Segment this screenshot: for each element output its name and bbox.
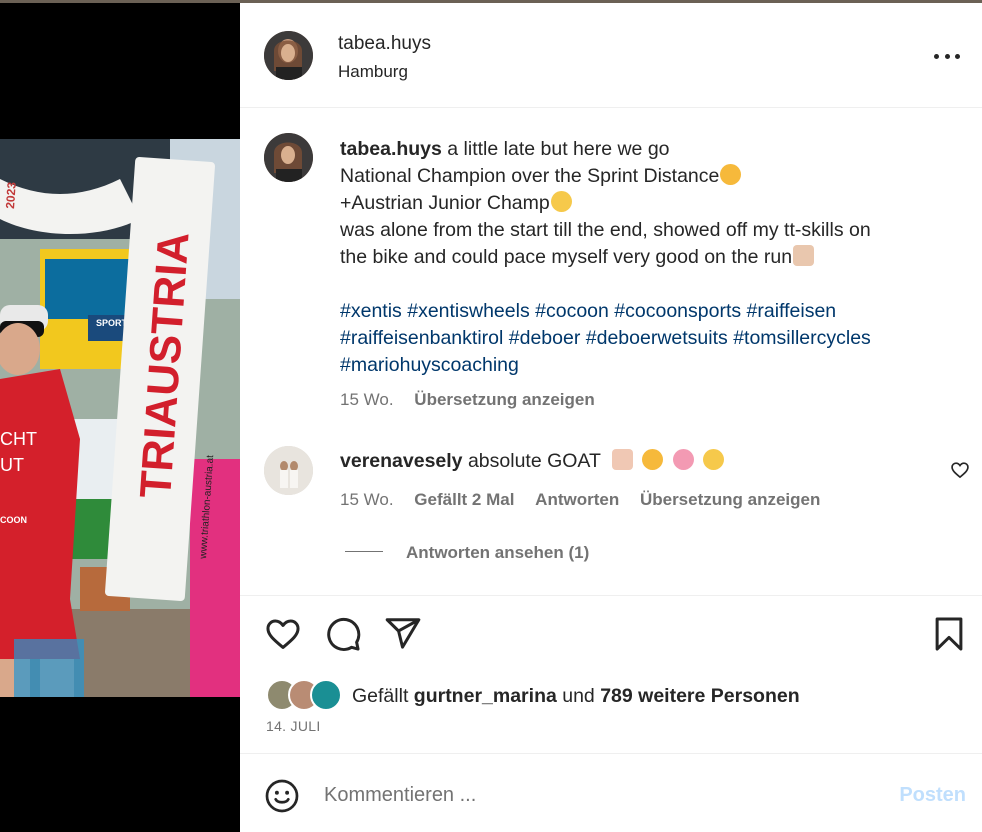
likes-summary: Gefällt gurtner_marina und 789 weitere P… bbox=[352, 685, 800, 708]
comment-translate-button[interactable]: Übersetzung anzeigen bbox=[640, 490, 820, 509]
caption-text-1: a little late but here we go bbox=[441, 138, 670, 160]
dot bbox=[944, 53, 950, 59]
relieved-face-emoji-icon bbox=[550, 191, 572, 212]
suit-text-3: COON bbox=[0, 515, 27, 525]
liker-avatar bbox=[310, 679, 342, 711]
post-location[interactable]: Hamburg bbox=[338, 62, 408, 82]
instagram-post-modal: SPORT LAND TRIAUSTRIA www.triathlon-aust… bbox=[0, 0, 982, 832]
post-media-panel: SPORT LAND TRIAUSTRIA www.triathlon-aust… bbox=[0, 3, 240, 832]
caption-text-5: the bike and could pace myself very good… bbox=[340, 246, 793, 268]
comment-icon[interactable] bbox=[324, 615, 362, 653]
author-username[interactable]: tabea.huys bbox=[338, 33, 431, 55]
others-likes-link[interactable]: 789 weitere Personen bbox=[600, 685, 799, 707]
bookmark-icon[interactable] bbox=[930, 615, 968, 653]
hashtag-link[interactable]: #deboer bbox=[509, 327, 581, 349]
hashtags: #xentis #xentiswheels #cocoon #cocoonspo… bbox=[340, 298, 960, 379]
caption-line-5: the bike and could pace myself very good… bbox=[340, 244, 960, 271]
replies-divider bbox=[345, 551, 383, 552]
dot bbox=[934, 53, 939, 59]
winking-face-emoji-icon bbox=[703, 449, 725, 470]
emoji-icon[interactable] bbox=[264, 778, 300, 814]
hashtag-link[interactable]: #cocoon bbox=[535, 300, 609, 322]
view-replies: Antworten ansehen (1) bbox=[406, 543, 589, 563]
dot bbox=[955, 53, 960, 59]
suit-text-2: UT bbox=[0, 455, 24, 475]
post-date[interactable]: 14. JULI bbox=[266, 718, 321, 734]
caption-line-2: National Champion over the Sprint Distan… bbox=[340, 163, 960, 190]
hashtag-link[interactable]: #xentiswheels bbox=[407, 300, 529, 322]
hashtag-line-3: #mariohuyscoaching bbox=[340, 352, 960, 379]
caption-username[interactable]: tabea.huys bbox=[340, 138, 442, 160]
post-details-panel: tabea.huys Hamburg tabea.huys a little l… bbox=[240, 3, 982, 832]
caption-line-4: was alone from the start till the end, s… bbox=[340, 219, 871, 241]
caption-text-3: +Austrian Junior Champ bbox=[340, 192, 550, 214]
post-caption: tabea.huys a little late but here we go … bbox=[340, 136, 960, 379]
hashtag-link[interactable]: #mariohuyscoaching bbox=[340, 354, 519, 376]
hashtag-link[interactable]: #raiffeisenbanktirol bbox=[340, 327, 503, 349]
commenter-avatar[interactable] bbox=[264, 446, 313, 495]
commenter-username[interactable]: verenavesely bbox=[340, 450, 463, 472]
caption-line-1: tabea.huys a little late but here we go bbox=[340, 136, 960, 163]
smiling-face-hearts-emoji-icon bbox=[672, 449, 694, 470]
comment-text: absolute GOAT bbox=[462, 450, 601, 472]
caption-age[interactable]: 15 Wo. bbox=[340, 390, 394, 409]
comment-age[interactable]: 15 Wo. bbox=[340, 490, 394, 509]
caption-avatar-image bbox=[264, 133, 313, 182]
hashtag-link[interactable]: #xentis bbox=[340, 300, 402, 322]
post-photo[interactable]: SPORT LAND TRIAUSTRIA www.triathlon-aust… bbox=[0, 139, 240, 697]
comment-input[interactable] bbox=[324, 780, 864, 810]
like-heart-icon[interactable] bbox=[264, 615, 302, 653]
hashtag-link[interactable]: #deboerwetsuits bbox=[586, 327, 728, 349]
hashtag-line-2: #raiffeisenbanktirol #deboer #deboerwets… bbox=[340, 325, 960, 352]
comment-meta: 15 Wo. Gefällt 2 Mal Antworten Übersetzu… bbox=[340, 490, 820, 510]
likes-prefix: Gefällt bbox=[352, 685, 414, 707]
comment: verenavesely absolute GOAT bbox=[340, 449, 725, 473]
caption-meta: 15 Wo. Übersetzung anzeigen bbox=[340, 390, 595, 410]
comment-like-heart-icon[interactable] bbox=[950, 460, 970, 480]
comment-likes-count[interactable]: Gefällt 2 Mal bbox=[414, 490, 514, 509]
hashtag-line-1: #xentis #xentiswheels #cocoon #cocoonspo… bbox=[340, 298, 960, 325]
rock-hand-emoji-icon bbox=[793, 245, 815, 266]
star-struck-emoji-icon bbox=[642, 449, 664, 470]
commenter-avatar-image bbox=[264, 446, 313, 495]
star-struck-emoji-icon bbox=[720, 164, 742, 185]
caption-text-2: National Champion over the Sprint Distan… bbox=[340, 165, 720, 187]
post-header: tabea.huys Hamburg bbox=[240, 3, 982, 108]
likers-avatars[interactable] bbox=[266, 679, 342, 711]
author-avatar[interactable] bbox=[264, 31, 313, 80]
heart-hands-emoji-icon bbox=[611, 449, 633, 470]
add-comment-bar: Posten bbox=[240, 753, 982, 832]
triathlon-photo: SPORT LAND TRIAUSTRIA www.triathlon-aust… bbox=[0, 139, 240, 697]
liker-username[interactable]: gurtner_marina bbox=[414, 685, 557, 707]
hashtag-link[interactable]: #raiffeisen bbox=[747, 300, 837, 322]
caption-author-avatar[interactable] bbox=[264, 133, 313, 182]
caption-translate-button[interactable]: Übersetzung anzeigen bbox=[414, 390, 594, 409]
banner-year: 2023 bbox=[3, 181, 19, 209]
post-comment-button[interactable]: Posten bbox=[899, 784, 966, 807]
more-options-icon[interactable] bbox=[934, 43, 960, 69]
suit-text-1: CHT bbox=[0, 429, 37, 449]
caption-line-3: +Austrian Junior Champ bbox=[340, 190, 960, 217]
author-avatar-image bbox=[264, 31, 313, 80]
view-replies-button[interactable]: Antworten ansehen (1) bbox=[406, 543, 589, 562]
hashtag-link[interactable]: #tomsillercycles bbox=[733, 327, 871, 349]
actions-divider bbox=[240, 595, 982, 596]
share-icon[interactable] bbox=[384, 615, 422, 653]
likes-middle: und bbox=[556, 685, 601, 707]
hashtag-link[interactable]: #cocoonsports bbox=[614, 300, 741, 322]
comment-reply-button[interactable]: Antworten bbox=[535, 490, 619, 509]
